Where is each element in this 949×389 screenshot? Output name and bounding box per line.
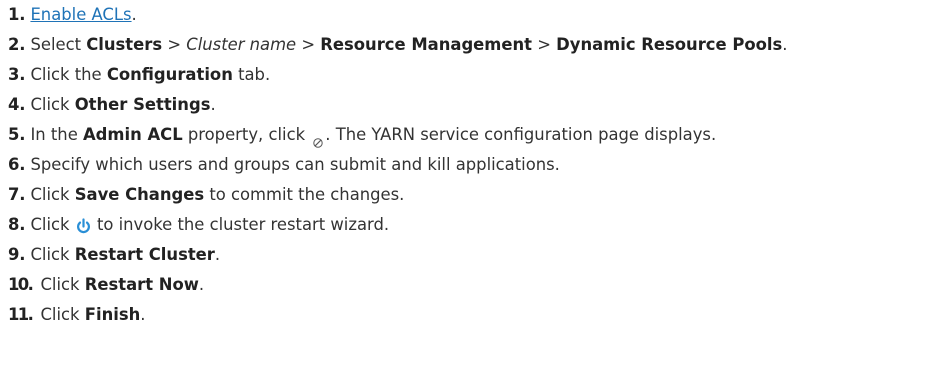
step-text: > — [532, 35, 557, 54]
step-number: 11. — [8, 305, 34, 324]
menu-clusters: Clusters — [86, 35, 163, 54]
step-text: > — [162, 35, 187, 54]
power-icon — [75, 215, 92, 234]
step-text: . The YARN service configuration page di… — [325, 125, 717, 144]
step-11: 11. Click Finish. — [8, 300, 949, 330]
menu-resource-management: Resource Management — [320, 35, 532, 54]
step-text: . — [140, 305, 146, 324]
step-10: 10. Click Restart Now. — [8, 270, 949, 300]
step-7: 7. Click Save Changes to commit the chan… — [8, 180, 949, 210]
step-2: 2. Select Clusters > Cluster name > Reso… — [8, 30, 949, 60]
step-text: Click — [30, 215, 75, 234]
step-9: 9. Click Restart Cluster. — [8, 240, 949, 270]
step-5: 5. In the Admin ACL property, click . Th… — [8, 120, 949, 150]
step-text: > — [296, 35, 321, 54]
step-text: Click — [30, 95, 75, 114]
step-text: Click — [40, 305, 85, 324]
step-text: . — [210, 95, 216, 114]
step-number: 9. — [8, 245, 26, 264]
step-4: 4. Click Other Settings. — [8, 90, 949, 120]
step-text: to invoke the cluster restart wizard. — [91, 215, 390, 234]
step-text: property, click — [182, 125, 311, 144]
save-changes-label: Save Changes — [74, 185, 205, 204]
step-1: 1. Enable ACLs. — [8, 0, 949, 30]
step-text: . — [198, 275, 205, 294]
step-text: Click — [30, 185, 75, 204]
restart-cluster-label: Restart Cluster — [74, 245, 215, 264]
admin-acl-label: Admin ACL — [83, 125, 183, 144]
step-number: 3. — [8, 65, 26, 84]
step-text: . — [214, 245, 221, 264]
step-text: . — [131, 5, 137, 24]
finish-label: Finish — [84, 305, 141, 324]
restart-now-label: Restart Now — [84, 275, 199, 294]
step-text: Specify which users and groups can submi… — [30, 155, 560, 174]
step-3: 3. Click the Configuration tab. — [8, 60, 949, 90]
step-text: Click — [30, 245, 75, 264]
step-number: 4. — [8, 95, 26, 114]
step-8: 8. Click to invoke the cluster restart w… — [8, 210, 949, 240]
step-text: Select — [30, 35, 87, 54]
menu-dynamic-resource-pools: Dynamic Resource Pools — [556, 35, 783, 54]
step-number: 5. — [8, 125, 26, 144]
step-text: Click — [40, 275, 85, 294]
enable-acls-link[interactable]: Enable ACLs — [30, 5, 131, 24]
other-settings-label: Other Settings — [74, 95, 211, 114]
step-number: 6. — [8, 155, 26, 174]
step-number: 10. — [8, 275, 34, 294]
step-6: 6. Specify which users and groups can su… — [8, 150, 949, 180]
step-number: 1. — [8, 5, 26, 24]
step-number: 8. — [8, 215, 26, 234]
step-number: 7. — [8, 185, 26, 204]
step-text: . — [782, 35, 788, 54]
step-text: In the — [30, 125, 83, 144]
step-text: Click the — [30, 65, 107, 84]
procedure-steps: 1. Enable ACLs. 2. Select Clusters > Clu… — [0, 0, 949, 330]
step-text: to commit the changes. — [204, 185, 405, 204]
edit-icon — [312, 129, 324, 148]
configuration-tab-label: Configuration — [106, 65, 233, 84]
step-number: 2. — [8, 35, 26, 54]
step-text: tab. — [232, 65, 271, 84]
cluster-name-placeholder: Cluster name — [186, 35, 297, 54]
